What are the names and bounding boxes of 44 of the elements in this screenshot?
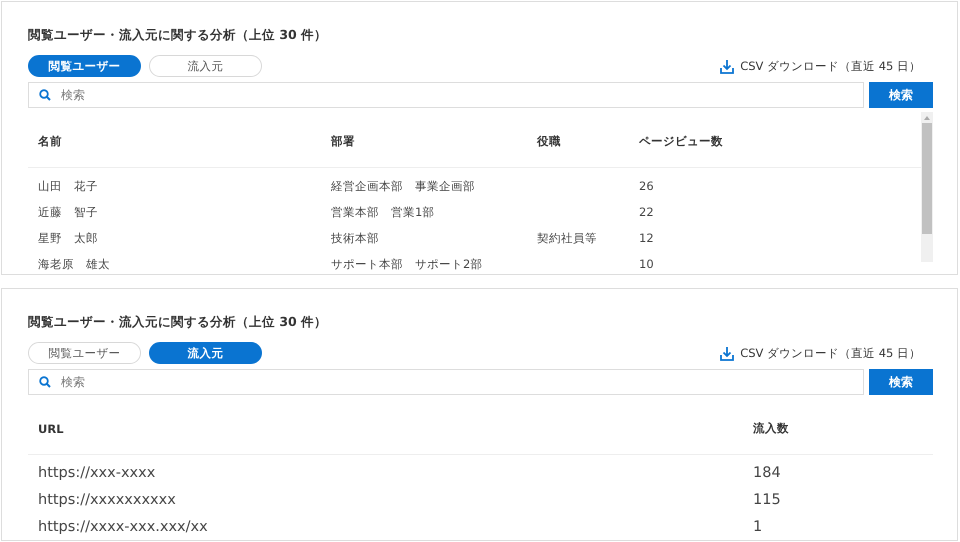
scrollbar[interactable] — [921, 112, 933, 262]
table-cell-text: 山田 花子 — [38, 178, 99, 194]
table-cell-text: 26 — [639, 179, 655, 193]
scroll-up-icon[interactable] — [924, 115, 930, 121]
table-cell-text: 経営企画本部 事業企画部 — [331, 178, 476, 194]
table-cell-text: 22 — [639, 205, 655, 219]
download-icon — [720, 346, 734, 360]
search-button[interactable]: 検索 — [869, 82, 933, 108]
table-cell-text: 技術本部 — [331, 230, 380, 246]
table-cell-text: サポート本部 サポート2部 — [331, 256, 484, 272]
table-cell-text: 営業本部 営業1部 — [331, 204, 436, 220]
table-cell-text: 10 — [639, 257, 655, 271]
download-icon — [720, 58, 734, 74]
column-header: 流入数 — [753, 420, 790, 436]
table-cell-text: 星野 太郎 — [38, 230, 99, 246]
table-cell-text: https://xxx-xxxx — [38, 464, 156, 480]
table-cell-text: 115 — [753, 492, 782, 508]
column-header: 名前 — [38, 133, 63, 149]
column-header: 役職 — [537, 133, 562, 149]
tab[interactable]: 流入元 — [149, 55, 262, 77]
table-cell-text: 海老原 雄太 — [38, 256, 111, 272]
column-header: URL — [38, 420, 65, 436]
table-cell-text: 契約社員等 — [537, 230, 598, 246]
tab[interactable]: 閲覧ユーザー — [28, 55, 141, 77]
tab[interactable]: 流入元 — [149, 342, 262, 364]
table-cell-text: 1 — [753, 518, 764, 534]
search-box[interactable]: 検索 — [28, 369, 864, 395]
search-button[interactable]: 検索 — [869, 369, 933, 395]
column-header: 部署 — [331, 133, 356, 149]
table-cell-text: https://xxxxxxxxxx — [38, 492, 177, 508]
tab[interactable]: 閲覧ユーザー — [28, 342, 141, 364]
csv-download-link[interactable]: CSV ダウンロード（直近 45 日） — [720, 58, 921, 74]
search-icon — [39, 376, 51, 388]
search-icon — [39, 89, 51, 101]
table-cell-text: 184 — [753, 464, 782, 480]
table-cell-text: 12 — [639, 231, 655, 245]
column-header: ページビュー数 — [639, 133, 724, 149]
search-box[interactable]: 検索 — [28, 82, 864, 108]
table-cell-text: 近藤 智子 — [38, 204, 99, 220]
panel-title: 閲覧ユーザー・流入元に関する分析（上位 30 件） — [28, 313, 328, 331]
panel-title: 閲覧ユーザー・流入元に関する分析（上位 30 件） — [28, 26, 328, 44]
csv-download-link[interactable]: CSV ダウンロード（直近 45 日） — [720, 346, 921, 360]
table-cell-text: https://xxxx-xxx.xxx/xx — [38, 518, 209, 534]
scrollbar-thumb[interactable] — [922, 123, 932, 234]
